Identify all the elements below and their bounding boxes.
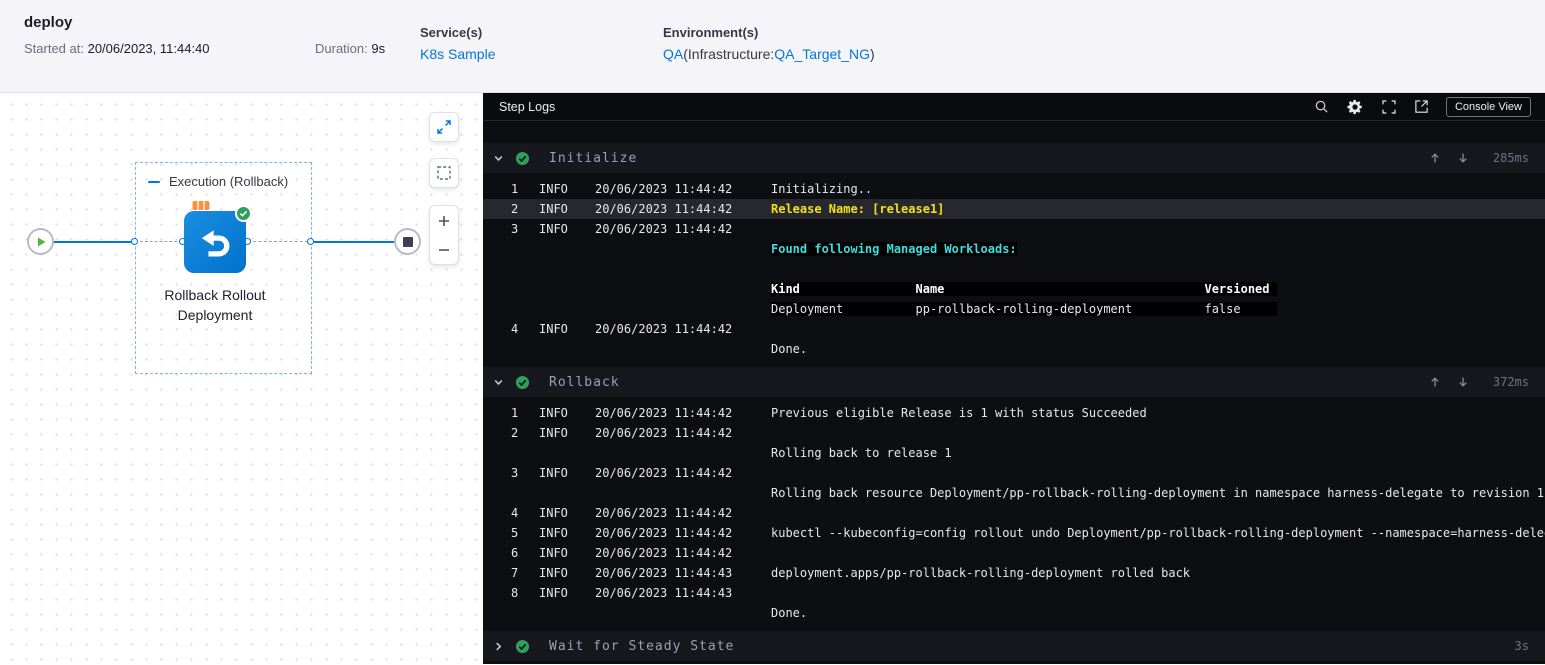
log-line: 7 INFO 20/06/2023 11:44:43 deployment.apps/… <box>511 566 1191 580</box>
console-header: Step Logs Console View <box>483 93 1545 121</box>
duration-label: Duration: <box>315 41 372 56</box>
log-section-body: 1 INFO 20/06/2023 11:44:42 Initializing.. 2 I… <box>483 173 1545 367</box>
log-line: Deployment pp-rollback-rolling-deploymen… <box>771 302 1277 316</box>
log-line: 1 INFO 20/06/2023 11:44:42 Initializing.. <box>511 182 873 196</box>
log-line: 5 INFO 20/06/2023 11:44:42 kubectl --kubeco… <box>511 526 1545 540</box>
fit-to-screen-button[interactable] <box>429 112 459 142</box>
section-duration: 3s <box>1514 639 1529 653</box>
chevron-down-icon[interactable] <box>491 153 505 164</box>
scroll-to-bottom-icon[interactable] <box>1457 152 1469 164</box>
log-section-body: 1 INFO 20/06/2023 11:44:42 Previous eligibl… <box>483 397 1545 631</box>
pipeline-title: deploy <box>24 14 73 31</box>
section-title: Initialize <box>549 150 638 166</box>
duration: Duration: 9s <box>315 41 385 56</box>
log-line: Done. <box>771 342 808 356</box>
zoom-in-button[interactable] <box>430 206 458 235</box>
environments-label: Environment(s) <box>663 25 759 40</box>
port-group-left <box>131 238 138 245</box>
scroll-to-bottom-icon[interactable] <box>1457 376 1469 388</box>
port-group-right <box>307 238 314 245</box>
log-line: 2 INFO 20/06/2023 11:44:42 <box>511 426 733 440</box>
stop-icon <box>402 236 413 247</box>
check-circle-icon <box>515 151 530 166</box>
console-view-button[interactable]: Console View <box>1445 96 1531 117</box>
services-label: Service(s) <box>420 25 483 40</box>
barrier-icon <box>192 200 210 218</box>
log-line: Done. <box>771 606 808 620</box>
log-line: Rolling back resource Deployment/pp-roll… <box>771 486 1545 500</box>
fullscreen-icon[interactable] <box>1381 99 1397 115</box>
chevron-down-icon[interactable] <box>491 377 505 388</box>
check-circle-icon <box>515 375 530 390</box>
gear-icon[interactable] <box>1346 98 1364 116</box>
check-icon <box>239 210 248 217</box>
scroll-to-top-icon[interactable] <box>1429 152 1441 164</box>
open-in-new-icon[interactable] <box>1414 99 1429 114</box>
end-node[interactable] <box>394 228 421 255</box>
edge-start-to-group <box>53 241 132 243</box>
environment-link[interactable]: QA <box>663 46 683 62</box>
infrastructure-suffix: ) <box>869 46 875 62</box>
log-line: Rolling back to release 1 <box>771 446 952 460</box>
log-sections[interactable]: Initialize 285ms 1 INFO 20/06/2023 11:44:42 I… <box>483 121 1545 664</box>
infrastructure-link[interactable]: QA_Target_NG <box>774 46 870 62</box>
environments-block: Environment(s) QA(Infrastructure:QA_Targ… <box>663 25 875 64</box>
started-at-value: 20/06/2023, 11:44:40 <box>87 41 210 56</box>
console-title: Step Logs <box>499 99 556 114</box>
rollback-icon <box>201 230 230 257</box>
log-line: 8 INFO 20/06/2023 11:44:43 <box>511 586 733 600</box>
step-success-badge <box>235 205 252 222</box>
marquee-select-icon <box>437 166 451 180</box>
log-section-header[interactable]: Wait for Steady State 3s <box>483 631 1545 661</box>
log-section-header[interactable]: Rollback 372ms <box>483 367 1545 397</box>
start-node[interactable] <box>27 228 54 255</box>
execution-group-label: Execution (Rollback) <box>169 174 289 189</box>
section-title: Wait for Steady State <box>549 638 735 654</box>
log-line: Kind Name Versioned <box>771 282 1277 296</box>
expand-icon <box>437 120 451 134</box>
marquee-select-button[interactable] <box>429 158 459 188</box>
collapse-minus-icon[interactable] <box>148 180 160 183</box>
duration-value: 9s <box>371 41 386 56</box>
infrastructure-prefix: (Infrastructure: <box>683 46 775 62</box>
scroll-to-top-icon[interactable] <box>1429 376 1441 388</box>
step-logs-panel: Step Logs Console View Initialize 285ms 1 I… <box>483 93 1545 664</box>
started-at: Started at: 20/06/2023, 11:44:40 <box>24 41 210 56</box>
section-duration: 372ms <box>1492 375 1529 389</box>
services-block: Service(s) K8s Sample <box>420 25 495 64</box>
play-icon <box>37 237 45 246</box>
log-line: 4 INFO 20/06/2023 11:44:42 <box>511 322 733 336</box>
rollback-step-node[interactable] <box>184 201 252 273</box>
started-at-label: Started at: <box>24 41 88 56</box>
log-line: Found following Managed Workloads: <box>771 242 1017 256</box>
chevron-right-icon[interactable] <box>491 641 505 652</box>
zoom-in-icon <box>439 215 449 226</box>
zoom-out-button[interactable] <box>430 235 458 264</box>
log-line: 2 INFO 20/06/2023 11:44:42 Release Name: [r… <box>483 199 1545 219</box>
edge-group-to-end <box>314 241 394 243</box>
execution-header: deploy Started at: 20/06/2023, 11:44:40 … <box>0 0 1545 93</box>
service-link[interactable]: K8s Sample <box>420 46 495 62</box>
zoom-controls <box>429 205 459 265</box>
log-line: 4 INFO 20/06/2023 11:44:42 <box>511 506 733 520</box>
pipeline-canvas[interactable]: Execution (Rollback) Rollback Rollout De… <box>0 93 483 664</box>
log-line: 6 INFO 20/06/2023 11:44:42 <box>511 546 733 560</box>
log-line: 3 INFO 20/06/2023 11:44:42 <box>511 466 733 480</box>
search-icon[interactable] <box>1314 99 1329 114</box>
section-duration: 285ms <box>1492 151 1529 165</box>
log-line: 3 INFO 20/06/2023 11:44:42 <box>511 222 733 236</box>
section-title: Rollback <box>549 374 620 390</box>
check-circle-icon <box>515 639 530 654</box>
log-line: 1 INFO 20/06/2023 11:44:42 Previous eligibl… <box>511 406 1147 420</box>
zoom-out-icon <box>439 248 449 251</box>
log-section-header[interactable]: Initialize 285ms <box>483 143 1545 173</box>
step-node-label[interactable]: Rollback Rollout Deployment <box>145 285 285 325</box>
